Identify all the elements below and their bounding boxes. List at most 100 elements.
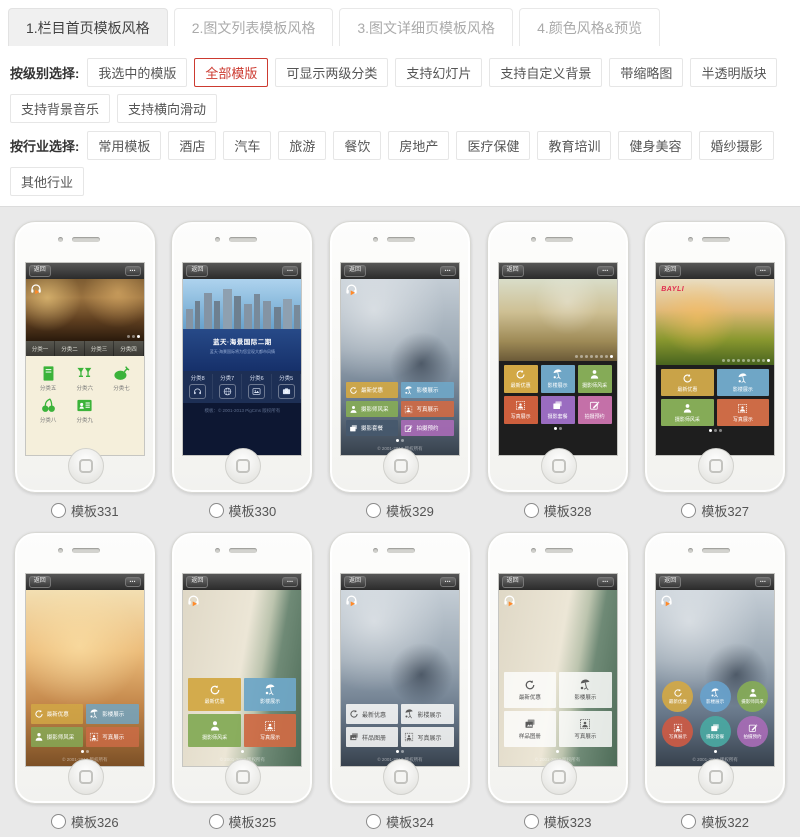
template-name: 模板326 [71,812,119,831]
studio-icon [710,688,720,698]
dot [605,355,608,358]
refresh-icon [34,709,44,719]
tile-label: 摄影套餐 [361,424,383,432]
template-radio[interactable] [366,814,381,829]
estate-title: 蓝天·海景国际二期 [183,336,301,346]
filter-option[interactable]: 餐饮 [333,131,381,160]
tab-1[interactable]: 1.栏目首页模板风格 [8,8,168,46]
tab-2[interactable]: 2.图文列表模板风格 [174,8,334,46]
person-icon [209,720,221,732]
filter-option[interactable]: 带缩略图 [609,58,683,87]
phone-nav-bar: 返回••• [656,574,774,590]
filter-option[interactable]: 婚纱摄影 [699,131,773,160]
template-radio[interactable] [524,503,539,518]
filter-option[interactable]: 教育培训 [537,131,611,160]
speaker-slot [229,548,257,553]
template-radio[interactable] [51,814,66,829]
filter-option[interactable]: 支持背景音乐 [10,94,110,123]
filter-option[interactable]: 常用模板 [87,131,161,160]
template-name: 模板331 [71,501,119,520]
category-tab: 分类一 [26,341,56,356]
phone-mockup[interactable]: 返回•••最新优惠影楼展示样品图册写真展示© 2001-2013 版权所有 [329,532,471,804]
camera-dot [215,237,220,242]
filter-option[interactable]: 旅游 [278,131,326,160]
filter-option[interactable]: 医疗保健 [456,131,530,160]
dot [727,359,730,362]
more-menu-button: ••• [597,577,613,588]
tile-label: 最新优惠 [47,710,69,718]
phone-mockup[interactable]: 返回•••最新优惠影楼展示样品图册写真展示© 2001-2013 版权所有 [487,532,629,804]
tile-label: 写真展示 [416,405,438,413]
tile-label: 摄影师风采 [361,405,389,413]
menu-tile: 最新优惠 [346,704,399,724]
dot [556,750,559,753]
phone-mockup[interactable]: 返回•••蓝天·海景国际二期蓝天·海景国际将为您呈现大都市风情分类8分类7分类6… [171,221,313,493]
home-button [225,448,261,484]
category-item: 分类7 [213,374,243,399]
tab-4[interactable]: 4.颜色风格&预览 [519,8,660,46]
phone-mockup[interactable]: 返回•••最新优惠影楼展示摄影师风采写真展示摄影套餐拍摄预约© 2001-201… [329,221,471,493]
template-radio[interactable] [524,814,539,829]
filter-option[interactable]: 支持横向滑动 [117,94,217,123]
template-picker-page: 1.栏目首页模板风格2.图文列表模板风格3.图文详细页模板风格4.颜色风格&预览… [0,0,800,837]
tab-3[interactable]: 3.图文详细页模板风格 [339,8,513,46]
template-radio[interactable] [681,814,696,829]
filter-option[interactable]: 支持自定义背景 [489,58,602,87]
template-radio[interactable] [51,503,66,518]
studio-icon [404,386,413,395]
menu-tile: 影楼展示 [86,704,139,724]
filter-option[interactable]: 半透明版块 [690,58,777,87]
template-radio[interactable] [209,814,224,829]
tile-label: 影楼展示 [416,386,438,394]
tile-label: 最新优惠 [362,710,386,719]
filter-option[interactable]: 房地产 [388,131,449,160]
filter-option[interactable]: 其他行业 [10,167,84,196]
menu-tile: 写真展示 [717,399,770,426]
dot [595,355,598,358]
screen-content: 分类一分类二分类三分类四分类五分类六分类七分类八分类九 [26,279,144,455]
dot [742,359,745,362]
carousel-dots [656,747,774,756]
back-button: 返回 [659,265,681,276]
circle-label: 写真展示 [669,734,687,740]
stamp-icon [404,405,413,414]
template-radio[interactable] [209,503,224,518]
template-grid: 返回•••分类一分类二分类三分类四分类五分类六分类七分类八分类九模板331返回•… [0,207,800,837]
refresh-icon [349,709,359,719]
category-item: 分类6 [242,374,272,399]
template-radio[interactable] [366,503,381,518]
camera-icon [282,387,291,396]
filter-option[interactable]: 汽车 [223,131,271,160]
tile-label: 样品图册 [519,732,541,740]
more-menu-button: ••• [440,266,456,277]
more-menu-button: ••• [440,577,456,588]
filter-option[interactable]: 全部模版 [194,58,268,87]
pen-icon [589,400,600,411]
menu-tile: 影楼展示 [401,704,454,724]
dot [396,750,399,753]
dot [719,429,722,432]
tile-menu: 最新优惠影楼展示摄影师风采写真展示摄影套餐拍摄预约 [346,382,454,436]
phone-mockup[interactable]: 返回•••最新优惠影楼展示摄影师风采写真展示摄影套餐拍摄预约 [487,221,629,493]
phone-nav-bar: 返回••• [656,263,774,279]
building-silhouette [283,299,292,329]
category-item: 分类5 [272,374,302,399]
menu-tile: 拍摄预约 [401,420,454,436]
phone-mockup[interactable]: 返回•••最新优惠影楼展示摄影师风采写真展示© 2001-2013 版权所有 [171,532,313,804]
filter-option[interactable]: 支持幻灯片 [395,58,482,87]
dot [732,359,735,362]
category-item: 分类八 [30,397,67,424]
phone-mockup[interactable]: 返回•••BAYLI最新优惠影楼展示摄影师风采写真展示 [644,221,786,493]
phone-mockup[interactable]: 返回•••最新优惠影楼展示摄影师风采写真展示© 2001-2013 版权所有 [14,532,156,804]
template-radio[interactable] [681,503,696,518]
phone-mockup[interactable]: 返回•••分类一分类二分类三分类四分类五分类六分类七分类八分类九 [14,221,156,493]
menu-tile: 最新优惠 [31,704,84,724]
tile-menu: 最新优惠影楼展示摄影师风采写真展示 [661,369,769,426]
filter-option[interactable]: 可显示两级分类 [275,58,388,87]
dot [590,355,593,358]
filter-option[interactable]: 酒店 [168,131,216,160]
filter-option[interactable]: 健身美容 [618,131,692,160]
camera-dot [531,237,536,242]
filter-option[interactable]: 我选中的模版 [87,58,187,87]
phone-mockup[interactable]: 返回•••最新优惠影楼展示摄影师风采写真展示摄影套餐拍摄预约© 2001-201… [644,532,786,804]
